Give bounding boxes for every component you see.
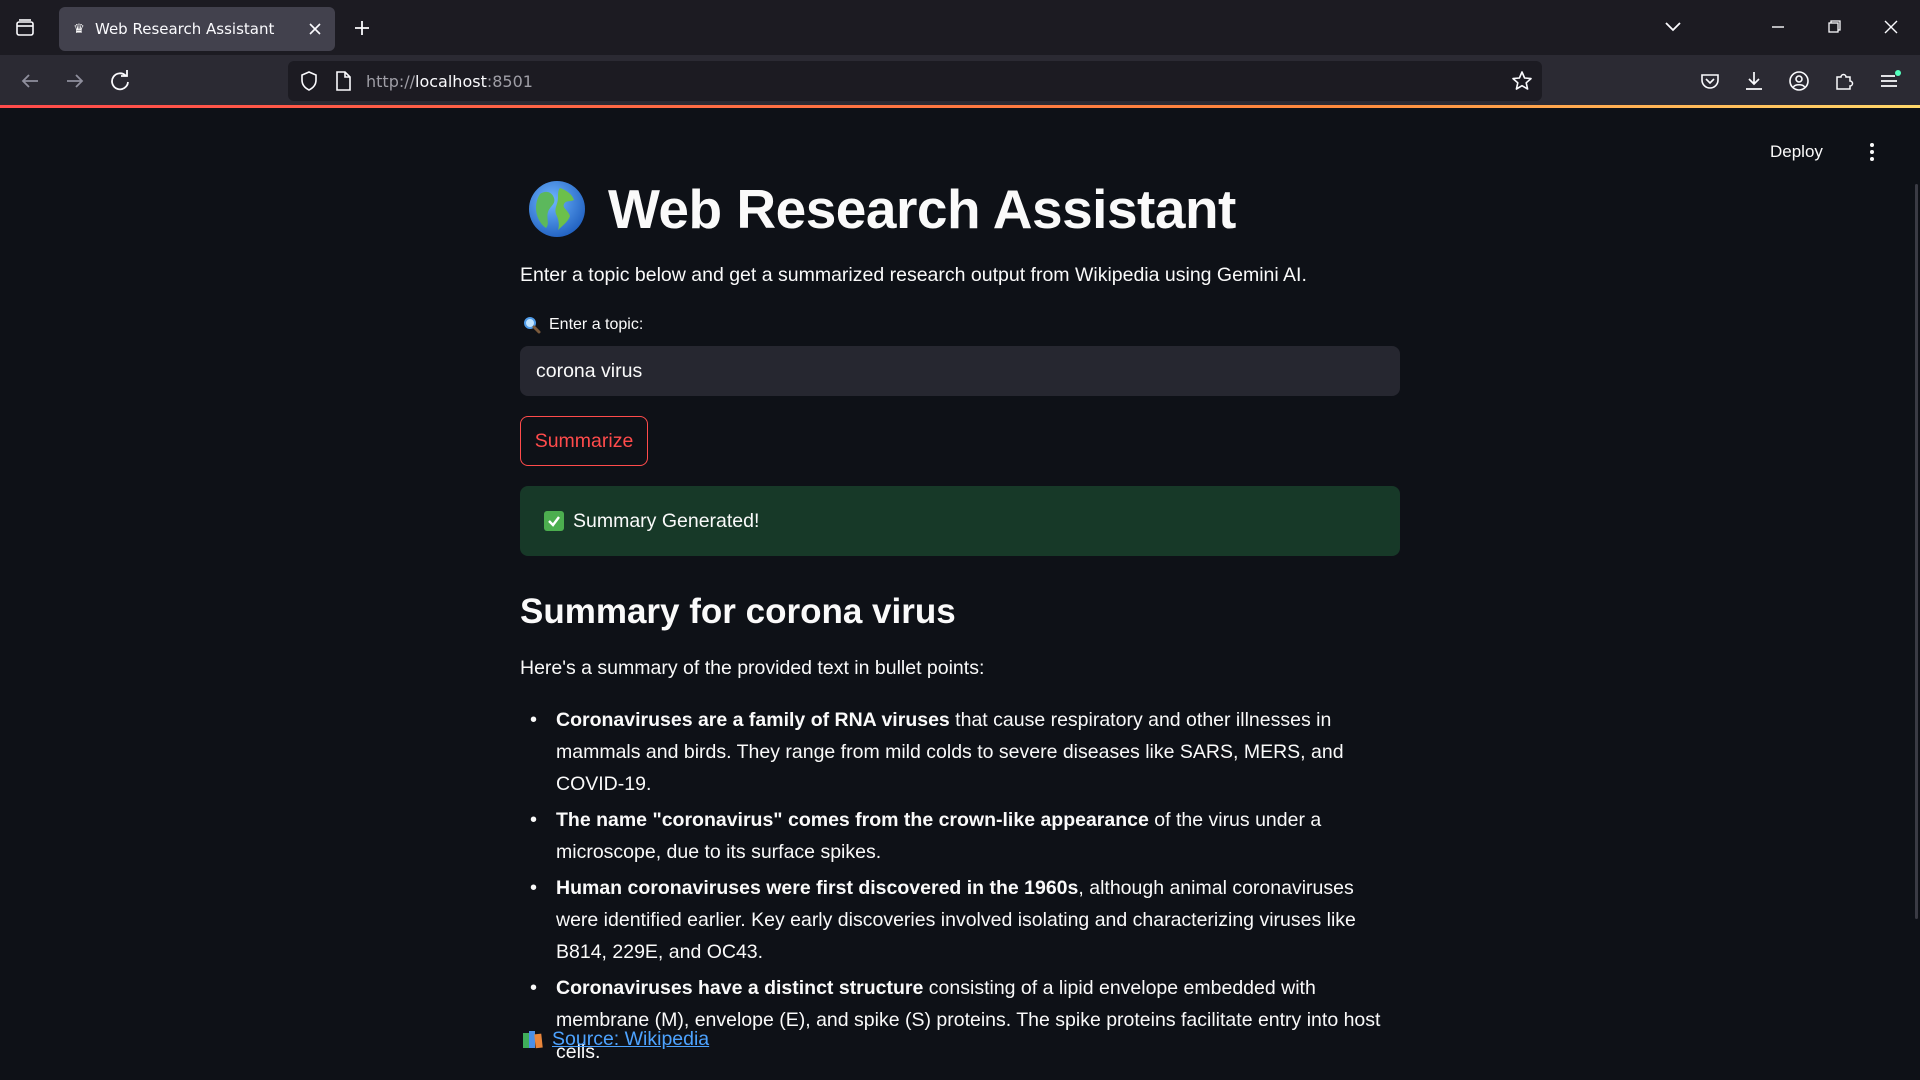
extensions-icon[interactable]	[1830, 67, 1858, 95]
streamlit-favicon-icon: ♛	[73, 21, 85, 36]
bookmark-star-icon[interactable]	[1510, 69, 1534, 93]
close-window-icon[interactable]	[1875, 12, 1907, 42]
topic-input-label: Enter a topic:	[520, 316, 643, 334]
menu-icon[interactable]	[1875, 67, 1903, 95]
reload-icon[interactable]	[106, 67, 134, 95]
main-menu-kebab-icon[interactable]	[1862, 140, 1882, 164]
success-alert: Summary Generated!	[520, 486, 1400, 556]
url-scheme: http://	[366, 72, 416, 91]
magnifying-glass-icon	[523, 316, 541, 334]
topic-input[interactable]	[520, 346, 1400, 396]
vertical-scrollbar[interactable]	[1915, 184, 1918, 919]
account-icon[interactable]	[1785, 67, 1813, 95]
intro-text: Enter a topic below and get a summarized…	[520, 264, 1307, 286]
tab-web-research-assistant[interactable]: ♛ Web Research Assistant	[59, 7, 335, 51]
summary-title: Summary for corona virus	[520, 592, 956, 631]
page-icon[interactable]	[332, 70, 354, 92]
url-port: :8501	[486, 72, 533, 91]
address-bar[interactable]: http://localhost:8501	[288, 61, 1542, 101]
source-row: Source: Wikipedia	[520, 1028, 709, 1051]
summary-bullet: The name "coronavirus" comes from the cr…	[520, 804, 1400, 868]
url-host: localhost	[415, 72, 487, 91]
bullet-bold-text: Coronaviruses have a distinct structure	[556, 977, 924, 999]
summary-intro: Here's a summary of the provided text in…	[520, 657, 985, 679]
summarize-button[interactable]: Summarize	[520, 416, 648, 466]
success-message: Summary Generated!	[573, 509, 760, 532]
url-text: http://localhost:8501	[366, 72, 533, 91]
summary-bullet-list: Coronaviruses are a family of RNA viruse…	[520, 704, 1400, 1072]
tab-title: Web Research Assistant	[95, 20, 275, 38]
tab-list-icon[interactable]	[10, 14, 40, 42]
browser-tab-bar: ♛ Web Research Assistant	[0, 0, 1920, 55]
page-title: Web Research Assistant	[608, 178, 1236, 240]
page-title-row: Web Research Assistant	[520, 174, 1236, 244]
globe-icon	[528, 180, 586, 238]
browser-nav-bar: http://localhost:8501	[0, 55, 1920, 107]
list-all-tabs-icon[interactable]	[1657, 12, 1689, 42]
bullet-bold-text: Human coronaviruses were first discovere…	[556, 877, 1079, 899]
minimize-icon[interactable]	[1762, 12, 1794, 42]
topic-input-label-text: Enter a topic:	[549, 316, 644, 333]
bullet-bold-text: Coronaviruses are a family of RNA viruse…	[556, 709, 950, 731]
pocket-icon[interactable]	[1696, 67, 1724, 95]
close-tab-icon[interactable]	[303, 17, 327, 41]
streamlit-app: Deploy Web Research Assistant Enter a to…	[0, 108, 1920, 1080]
new-tab-icon[interactable]	[348, 14, 376, 42]
shield-icon[interactable]	[298, 70, 320, 92]
back-icon[interactable]	[16, 67, 44, 95]
source-wikipedia-link[interactable]: Source: Wikipedia	[552, 1028, 709, 1051]
books-icon	[522, 1030, 544, 1050]
bullet-bold-text: The name "coronavirus" comes from the cr…	[556, 809, 1149, 831]
forward-icon[interactable]	[61, 67, 89, 95]
restore-icon[interactable]	[1818, 12, 1850, 42]
check-mark-icon	[544, 511, 564, 531]
downloads-icon[interactable]	[1740, 67, 1768, 95]
summary-bullet: Human coronaviruses were first discovere…	[520, 872, 1400, 968]
summary-bullet: Coronaviruses are a family of RNA viruse…	[520, 704, 1400, 800]
deploy-button[interactable]: Deploy	[1770, 142, 1823, 162]
summary-bullet: Coronaviruses have a distinct structure …	[520, 972, 1400, 1068]
